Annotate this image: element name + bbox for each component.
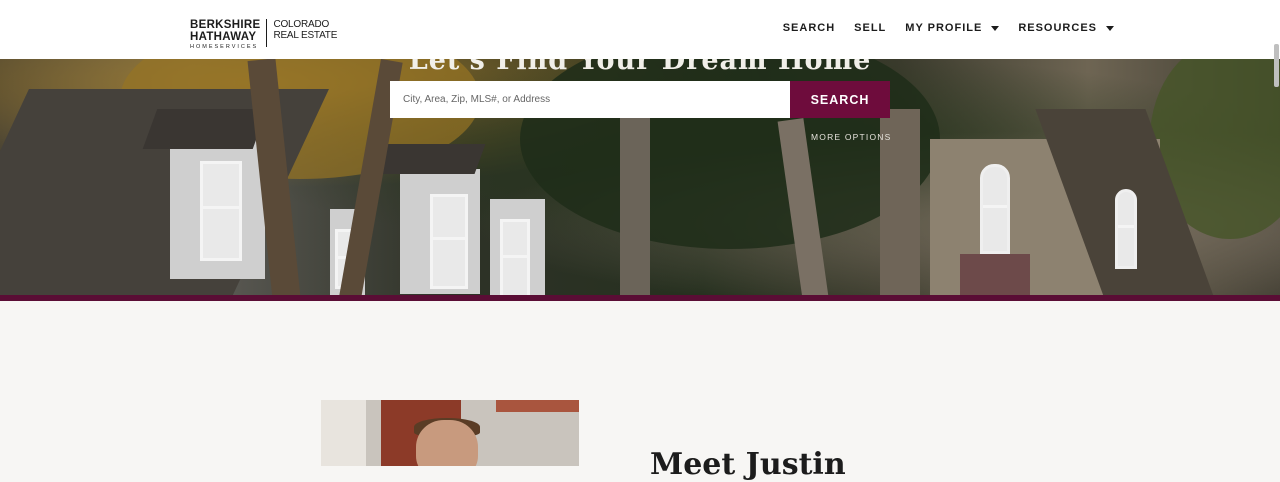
nav-sell[interactable]: SELL — [854, 22, 886, 34]
logo-wordmark: BERKSHIRE HATHAWAY HOMESERVICES — [190, 19, 260, 51]
agent-photo — [321, 400, 579, 466]
main-nav: SEARCH SELL MY PROFILE RESOURCES — [764, 22, 1114, 34]
property-search-input[interactable] — [390, 81, 790, 118]
nav-resources-label: RESOURCES — [1018, 22, 1097, 34]
brand-logo[interactable]: BERKSHIRE HATHAWAY HOMESERVICES COLORADO… — [190, 19, 337, 51]
nav-my-profile-label: MY PROFILE — [905, 22, 983, 34]
logo-region-line-2: REAL ESTATE — [273, 30, 338, 41]
site-header: BERKSHIRE HATHAWAY HOMESERVICES COLORADO… — [0, 0, 1280, 59]
agent-face — [416, 420, 478, 466]
agent-heading: Meet Justin — [650, 447, 846, 482]
more-options-link[interactable]: MORE OPTIONS — [811, 132, 892, 142]
nav-sell-label: SELL — [854, 22, 887, 34]
logo-line-3: HOMESERVICES — [190, 44, 259, 50]
hero-banner: Let's Find Your Dream Home SEARCH MORE O… — [0, 59, 1280, 295]
chevron-down-icon — [991, 25, 1000, 31]
logo-region-line-1: COLORADO — [273, 19, 330, 30]
logo-region: COLORADO REAL ESTATE — [273, 19, 337, 41]
nav-resources[interactable]: RESOURCES — [1018, 22, 1114, 34]
nav-my-profile[interactable]: MY PROFILE — [905, 22, 1000, 34]
chevron-down-icon — [1106, 25, 1114, 31]
nav-search-label: SEARCH — [782, 22, 836, 34]
nav-search[interactable]: SEARCH — [783, 22, 835, 34]
accent-divider — [0, 295, 1280, 301]
search-button[interactable]: SEARCH — [790, 81, 890, 118]
logo-divider — [266, 19, 268, 47]
logo-line-1: BERKSHIRE — [190, 19, 261, 31]
scrollbar-thumb[interactable] — [1274, 44, 1279, 87]
logo-line-2: HATHAWAY — [190, 31, 257, 43]
hero-title: Let's Find Your Dream Home — [408, 59, 872, 76]
